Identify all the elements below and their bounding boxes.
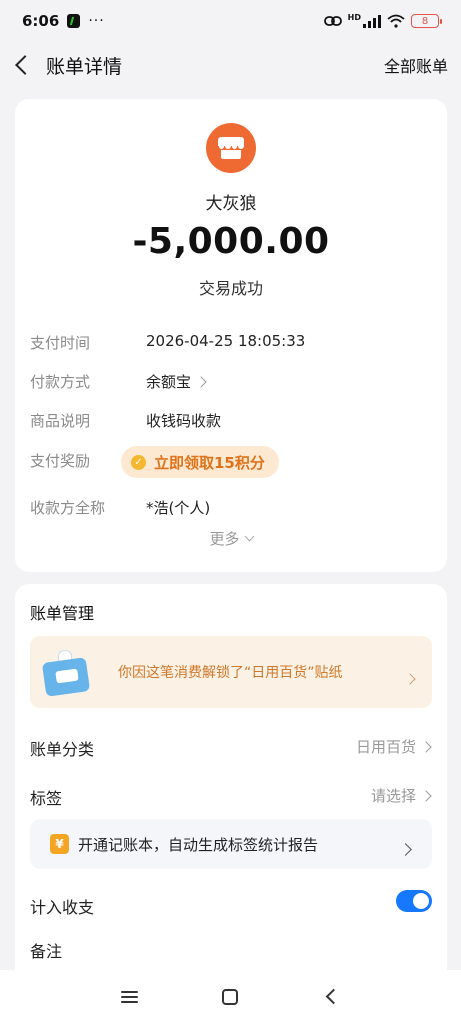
tag-label: 标签 — [30, 789, 63, 808]
payee-value: *浩(个人) — [146, 499, 211, 517]
chevron-down-icon — [244, 531, 254, 542]
section-title: 账单管理 — [30, 604, 95, 623]
status-right: HD 8 — [323, 12, 442, 28]
status-bar: 6:06 ··· HD 8 — [0, 0, 461, 42]
detail-label: 支付时间 — [30, 334, 91, 352]
detail-label: 支付奖励 — [30, 452, 91, 470]
system-back-icon[interactable] — [325, 988, 342, 1005]
page-title: 账单详情 — [46, 55, 123, 78]
wifi-icon — [387, 14, 405, 28]
more-label: 更多 — [209, 530, 240, 548]
include-in-stats-toggle[interactable] — [396, 890, 432, 912]
bill-category-value[interactable]: 日用百货 — [355, 736, 432, 757]
yen-icon: ¥ — [50, 834, 69, 854]
detail-label: 商品说明 — [30, 412, 91, 430]
bill-category-label: 账单分类 — [30, 740, 95, 759]
shop-icon — [218, 137, 244, 159]
tag-select[interactable]: 请选择 — [370, 785, 432, 806]
ledger-promo-text: 开通记账本，自动生成标签统计报告 — [78, 836, 319, 854]
more-notifications-icon: ··· — [88, 13, 105, 29]
cell-signal-icon — [363, 14, 381, 28]
home-icon[interactable] — [222, 989, 238, 1005]
claim-points-button[interactable]: ✓ 立即领取15积分 — [121, 446, 279, 478]
detail-value: *浩(个人) — [146, 497, 210, 518]
recent-apps-icon[interactable] — [121, 991, 138, 1003]
category-value-text: 日用百货 — [355, 738, 416, 756]
chevron-right-icon — [420, 789, 432, 802]
merchant-logo — [206, 123, 256, 173]
sticker-unlock-banner[interactable]: 你因这笔消费解锁了“日用百货”贴纸 — [30, 636, 432, 708]
status-left: 6:06 ··· — [22, 12, 105, 30]
tag-placeholder: 请选择 — [370, 787, 416, 805]
remark-label: 备注 — [30, 942, 63, 961]
all-bills-link[interactable]: 全部账单 — [384, 53, 448, 77]
transaction-card: 大灰狼 -5,000.00 交易成功 支付时间 2026-04-25 18:05… — [15, 99, 447, 572]
back-icon[interactable] — [15, 55, 35, 75]
product-desc-value: 收钱码收款 — [146, 412, 222, 430]
toggle-knob — [413, 893, 429, 909]
link-icon — [323, 16, 342, 26]
detail-value[interactable]: 余额宝 — [146, 371, 207, 392]
detail-value: 2026-04-25 18:05:33 — [146, 332, 305, 350]
payment-method-value: 余额宝 — [146, 373, 192, 391]
top-navigation-bar: 账单详情 全部账单 — [0, 42, 461, 88]
system-navigation-bar — [0, 970, 461, 1024]
ledger-promo-banner[interactable]: ¥ 开通记账本，自动生成标签统计报告 — [30, 819, 432, 869]
chevron-right-icon — [399, 839, 412, 858]
claim-points-label: 立即领取15积分 — [154, 453, 265, 472]
payment-time-value: 2026-04-25 18:05:33 — [146, 332, 306, 350]
app-notification-icon — [67, 14, 81, 28]
detail-value: 收钱码收款 — [146, 410, 221, 431]
more-button[interactable]: 更多 — [15, 528, 447, 549]
merchant-name: 大灰狼 — [205, 194, 257, 214]
include-in-stats-label: 计入收支 — [30, 898, 95, 917]
status-time: 6:06 — [22, 12, 60, 30]
detail-label: 收款方全称 — [30, 499, 106, 517]
header-left: 账单详情 — [14, 52, 122, 79]
chevron-right-icon — [404, 668, 416, 687]
chevron-right-icon — [195, 375, 207, 388]
bill-management-card: 账单管理 你因这笔消费解锁了“日用百货”贴纸 账单分类 日用百货 标签 请选择 … — [15, 584, 447, 984]
chevron-right-icon — [420, 740, 432, 753]
coin-icon: ✓ — [131, 454, 146, 470]
transaction-amount: -5,000.00 — [132, 221, 330, 262]
sticker-banner-text: 你因这笔消费解锁了“日用百货”贴纸 — [118, 665, 343, 681]
hd-label: HD — [347, 12, 361, 22]
detail-label: 付款方式 — [30, 373, 91, 391]
battery-icon: 8 — [411, 14, 442, 28]
transaction-status: 交易成功 — [198, 279, 263, 298]
tissue-box-icon — [40, 646, 96, 698]
